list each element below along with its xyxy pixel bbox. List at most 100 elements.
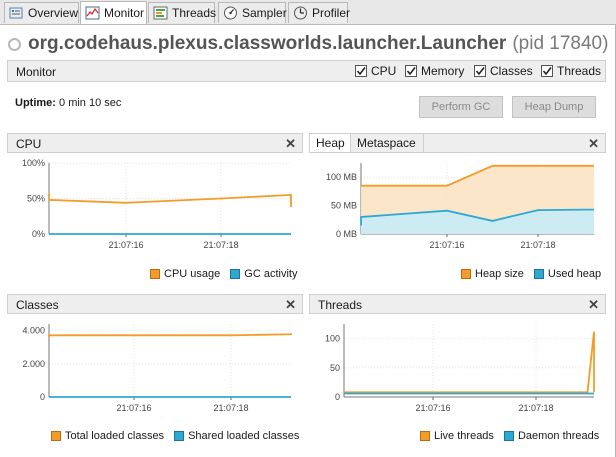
- panel-header: Threads ✕: [309, 294, 606, 314]
- legend-label: CPU usage: [164, 268, 221, 280]
- x-tick-label: 21:07:16: [429, 240, 464, 250]
- tab-label: Overview: [28, 6, 79, 20]
- legend-swatch: [461, 269, 471, 279]
- x-tick-label: 21:07:16: [415, 403, 450, 413]
- y-tick-label: 0: [40, 392, 45, 402]
- legend-label: Total loaded classes: [65, 430, 165, 442]
- threads-checkbox[interactable]: Threads: [541, 64, 601, 78]
- y-tick-label: 2.000: [22, 359, 45, 369]
- panel-header: CPU ✕: [7, 133, 303, 153]
- threads-icon: [153, 6, 168, 20]
- tab-overview[interactable]: Overview: [4, 2, 79, 23]
- legend-label: Daemon threads: [517, 430, 600, 442]
- legend-label: Used heap: [547, 268, 602, 280]
- checkbox-label: CPU: [371, 64, 397, 78]
- chart-legend: CPU usage GC activity: [150, 268, 297, 280]
- legend-swatch: [230, 269, 241, 279]
- y-tick-label: 50%: [27, 194, 45, 204]
- uptime: Uptime: 0 min 10 sec: [15, 97, 121, 109]
- y-tick-label: 0%: [32, 229, 45, 239]
- checkbox-label: Classes: [490, 64, 533, 78]
- legend-label: GC activity: [244, 268, 298, 280]
- uptime-value: 0 min 10 sec: [59, 97, 122, 109]
- monitor-view: org.codehaus.plexus.classworlds.launcher…: [0, 25, 616, 457]
- legend-swatch: [533, 269, 544, 279]
- close-icon[interactable]: ✕: [285, 136, 296, 152]
- overview-icon: [9, 6, 24, 20]
- tab-profiler[interactable]: Profiler: [288, 2, 351, 23]
- y-tick-label: 100: [325, 334, 340, 344]
- tab-bar: Overview Monitor Threads Sampler Profile…: [0, 0, 616, 25]
- tab-label: Threads: [172, 6, 217, 20]
- x-tick-label: 21:07:18: [520, 240, 555, 250]
- legend-label: Heap size: [475, 268, 524, 280]
- cpu-panel: CPU ✕ 0% 50% 100% 21:07:16 21:07:18 CPU usag…: [7, 133, 303, 283]
- legend-label: Shared loaded classes: [188, 430, 300, 442]
- tab-metaspace[interactable]: Metaspace: [350, 133, 424, 153]
- cpu-checkbox[interactable]: CPU: [355, 64, 396, 78]
- heap-dump-button[interactable]: Heap Dump: [512, 96, 596, 118]
- tab-monitor[interactable]: Monitor: [80, 1, 147, 24]
- heap-chart: 0 MB 50 MB 100 MB 21:07:16 21:07:18: [326, 163, 594, 250]
- sampler-icon: [223, 6, 238, 20]
- y-tick-label: 100 MB: [326, 172, 357, 182]
- tab-sampler[interactable]: Sampler: [218, 2, 287, 23]
- app-pid: (pid 17840): [512, 33, 609, 54]
- panel-title: CPU: [16, 137, 42, 151]
- memory-panel: ✕ Heap Metaspace 0 MB 50 MB 100 MB 21:07:16…: [309, 133, 606, 283]
- close-icon[interactable]: ✕: [285, 297, 296, 313]
- plot-area: [344, 324, 594, 397]
- application-title: org.codehaus.plexus.classworlds.launcher…: [8, 31, 608, 57]
- checkbox-label: Threads: [557, 64, 602, 78]
- classes-panel: Classes ✕ 0 2.000 4.000 21:07:16 21:07:18 To…: [7, 294, 303, 446]
- x-tick-label: 21:07:16: [108, 240, 143, 250]
- cpu-chart: 0% 50% 100% 21:07:16 21:07:18: [22, 158, 292, 250]
- panel-title: Classes: [16, 298, 59, 312]
- legend-swatch: [503, 431, 514, 441]
- chart-legend: Heap size Used heap: [461, 268, 601, 280]
- panel-title: Threads: [318, 298, 363, 312]
- x-tick-label: 21:07:16: [116, 403, 151, 413]
- tab-label: Profiler: [312, 6, 351, 20]
- legend-swatch: [51, 431, 61, 441]
- legend-label: Live threads: [434, 430, 494, 442]
- legend-swatch: [150, 269, 160, 279]
- y-tick-label: 0: [335, 392, 340, 402]
- perform-gc-button[interactable]: Perform GC: [419, 96, 503, 118]
- tab-threads[interactable]: Threads: [148, 2, 217, 23]
- memory-checkbox[interactable]: Memory: [405, 64, 464, 78]
- panel-header: Classes ✕: [7, 294, 303, 314]
- close-icon[interactable]: ✕: [588, 297, 599, 313]
- app-name: org.codehaus.plexus.classworlds.launcher…: [28, 33, 507, 54]
- checkbox-label: Memory: [421, 64, 465, 78]
- uptime-label: Uptime:: [15, 97, 56, 109]
- y-tick-label: 50: [330, 363, 340, 373]
- monitor-header: Monitor CPU Memory Classes Threads: [7, 60, 606, 82]
- chart-legend: Live threads Daemon threads: [420, 430, 599, 442]
- monitor-icon: [85, 6, 100, 20]
- x-tick-label: 21:07:18: [213, 403, 248, 413]
- monitor-label: Monitor: [16, 65, 57, 79]
- tab-label: Sampler: [242, 6, 287, 20]
- classes-chart: 0 2.000 4.000 21:07:16 21:07:18: [22, 324, 292, 413]
- threads-panel: Threads ✕ 0 50 100 21:07:16 21:07:18 Live th…: [309, 294, 606, 446]
- close-icon[interactable]: ✕: [588, 136, 599, 152]
- checkbox-box[interactable]: [355, 65, 367, 77]
- x-tick-label: 21:07:18: [203, 240, 238, 250]
- checkbox-box[interactable]: [405, 65, 417, 77]
- y-tick-label: 50 MB: [331, 201, 357, 211]
- checkbox-box[interactable]: [541, 65, 553, 77]
- classes-checkbox[interactable]: Classes: [474, 64, 533, 78]
- checkbox-box[interactable]: [474, 65, 486, 77]
- x-tick-label: 21:07:18: [518, 403, 553, 413]
- tab-heap[interactable]: Heap: [309, 133, 351, 153]
- legend-swatch: [420, 431, 430, 441]
- profiler-icon: [293, 6, 308, 20]
- tab-label: Monitor: [104, 6, 145, 20]
- y-tick-label: 4.000: [22, 326, 45, 336]
- status-circle-icon: [8, 37, 21, 51]
- y-tick-label: 100%: [22, 158, 45, 168]
- threads-chart: 0 50 100 21:07:16 21:07:18: [325, 324, 595, 413]
- legend-swatch: [174, 431, 185, 441]
- y-tick-label: 0 MB: [336, 229, 357, 239]
